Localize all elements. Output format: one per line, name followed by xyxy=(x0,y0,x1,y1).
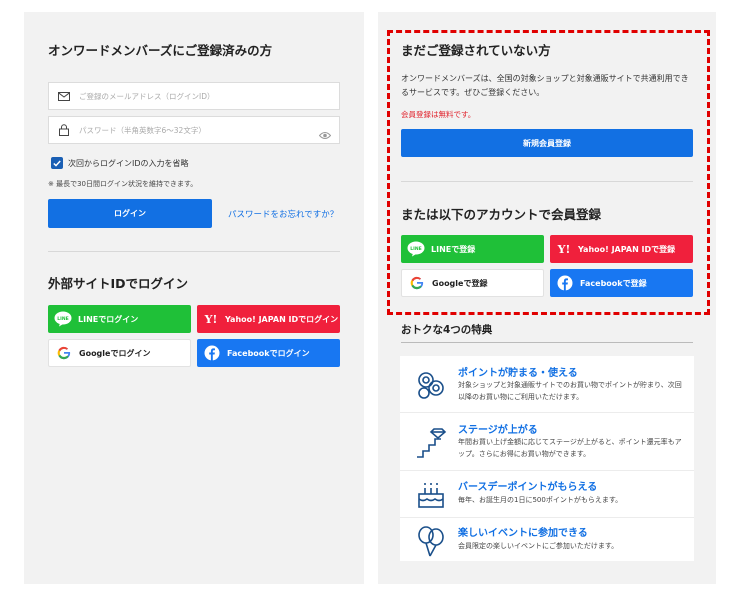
list-item: ポイントが貯まる・使える 対象ショップと対象通販サイトでのお買い物でポイントが貯… xyxy=(400,356,694,412)
coins-icon xyxy=(410,364,452,406)
email-field[interactable]: ご登録のメールアドレス（ログインID） xyxy=(48,82,340,110)
benefit-desc: 年間お買い上げ金額に応じてステージが上がると、ポイント還元率もアップ。さらにお得… xyxy=(458,438,682,458)
benefit-title: ステージが上がる xyxy=(458,425,538,436)
facebook-icon xyxy=(197,345,227,361)
yahoo-icon: Y! xyxy=(204,312,218,326)
list-item: 楽しいイベントに参加できる 会員限定の楽しいイベントにご参加いただけます。 xyxy=(400,518,694,561)
login-button[interactable]: ログイン xyxy=(48,199,212,228)
line-icon: LINE xyxy=(48,311,78,327)
google-login-label: Googleでログイン xyxy=(79,348,151,358)
remember-checkbox[interactable] xyxy=(51,157,63,169)
benefit-desc: 毎年、お誕生月の1日に500ポイントがもらえます。 xyxy=(458,496,623,504)
divider xyxy=(401,342,693,343)
stairs-diamond-icon xyxy=(410,421,452,463)
facebook-login-button[interactable]: Facebookでログイン xyxy=(197,339,340,367)
google-icon xyxy=(49,346,79,360)
svg-text:LINE: LINE xyxy=(57,316,68,322)
facebook-login-label: Facebookでログイン xyxy=(227,348,310,358)
benefit-title: 楽しいイベントに参加できる xyxy=(458,528,588,539)
benefits-list: ポイントが貯まる・使える 対象ショップと対象通販サイトでのお買い物でポイントが貯… xyxy=(400,356,694,561)
mail-icon xyxy=(49,91,79,101)
cake-icon xyxy=(410,473,452,515)
divider xyxy=(48,251,340,252)
benefit-title: ポイントが貯まる・使える xyxy=(458,368,578,379)
benefit-desc: 会員限定の楽しいイベントにご参加いただけます。 xyxy=(458,542,619,550)
google-login-button[interactable]: Googleでログイン xyxy=(48,339,191,367)
check-icon xyxy=(53,159,61,167)
benefits-title: おトクな4つの特典 xyxy=(401,324,493,336)
remember-note: ※ 最長で30日間ログイン状況を維持できます。 xyxy=(48,180,198,188)
benefit-desc: 対象ショップと対象通販サイトでのお買い物でポイントが貯まり、次回以降のお買い物に… xyxy=(458,381,682,401)
yahoo-login-label: Yahoo! JAPAN IDでログイン xyxy=(225,314,339,324)
list-item: ステージが上がる 年間お買い上げ金額に応じてステージが上がると、ポイント還元率も… xyxy=(400,413,694,470)
forgot-password-link[interactable]: パスワードをお忘れですか？ xyxy=(228,208,338,220)
login-title: オンワードメンバーズにご登録済みの方 xyxy=(48,43,273,58)
lock-icon xyxy=(49,124,79,136)
password-field[interactable]: パスワード（半角英数字6〜32文字） xyxy=(48,116,340,144)
line-login-label: LINEでログイン xyxy=(78,314,139,324)
yahoo-login-button[interactable]: Y! Yahoo! JAPAN IDでログイン xyxy=(197,305,340,333)
highlight-frame xyxy=(387,30,710,315)
list-item: バースデーポイントがもらえる 毎年、お誕生月の1日に500ポイントがもらえます。 xyxy=(400,471,694,517)
external-login-title: 外部サイトIDでログイン xyxy=(48,276,189,291)
balloons-icon xyxy=(410,520,452,562)
eye-icon[interactable] xyxy=(318,125,332,144)
email-placeholder: ご登録のメールアドレス（ログインID） xyxy=(79,91,215,101)
line-login-button[interactable]: LINE LINEでログイン xyxy=(48,305,191,333)
password-placeholder: パスワード（半角英数字6〜32文字） xyxy=(79,125,206,135)
benefit-title: バースデーポイントがもらえる xyxy=(458,482,598,493)
remember-label: 次回からログインIDの入力を省略 xyxy=(68,159,189,168)
